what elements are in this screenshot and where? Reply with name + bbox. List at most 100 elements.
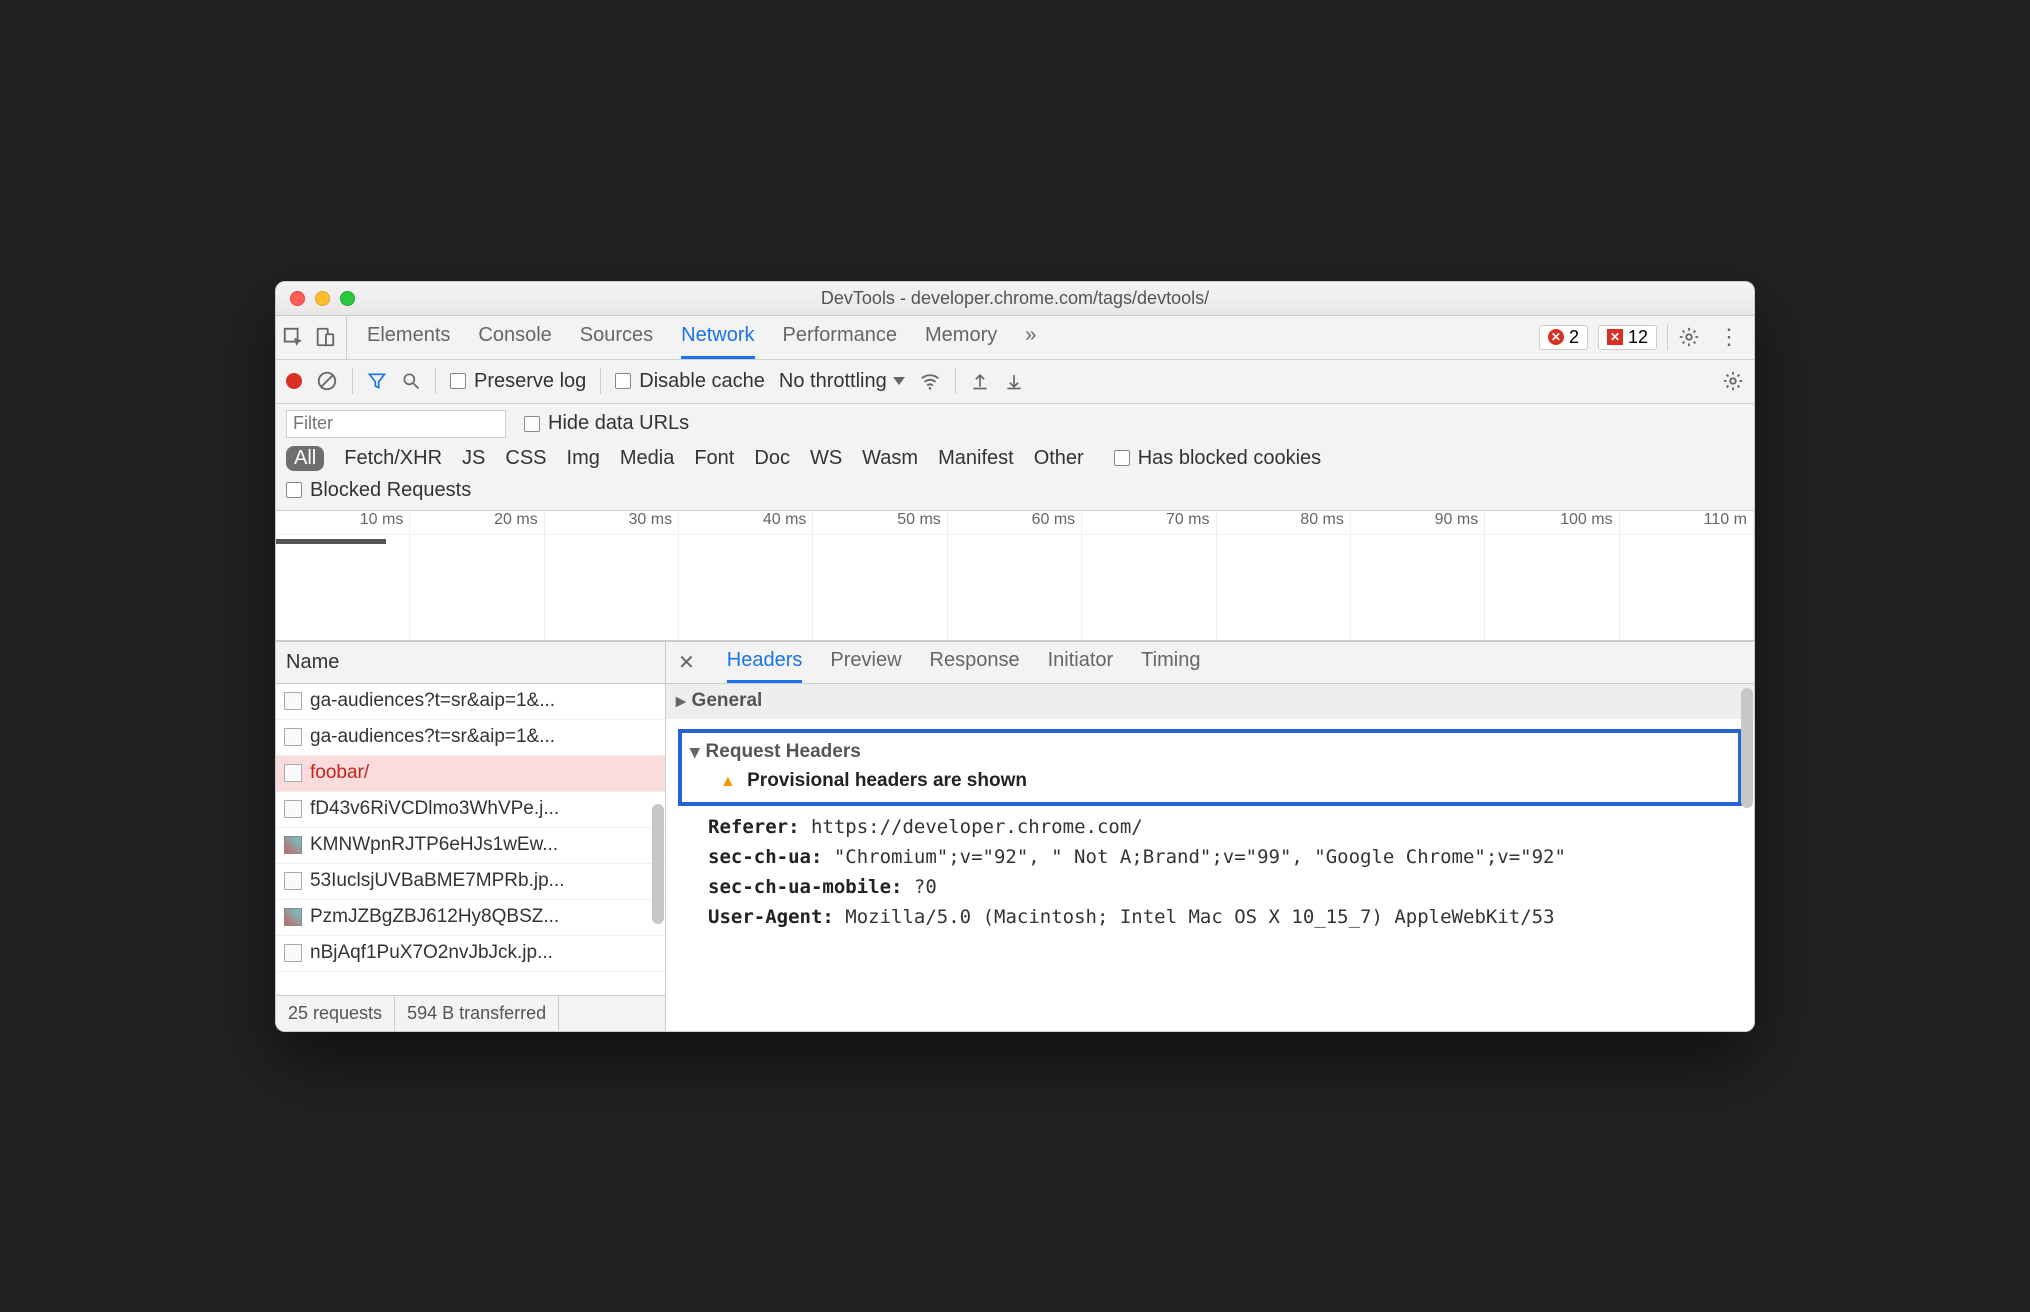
tab-performance[interactable]: Performance	[783, 316, 898, 359]
close-window-button[interactable]	[290, 291, 305, 306]
detail-body[interactable]: General Request Headers ▲ Provisional he…	[666, 684, 1754, 1031]
more-menu-icon[interactable]: ⋮	[1710, 324, 1748, 350]
checkbox-icon	[286, 482, 302, 498]
chevron-down-icon	[893, 377, 905, 385]
type-chip-css[interactable]: CSS	[505, 447, 546, 470]
image-thumb-icon	[284, 836, 302, 854]
type-chip-media[interactable]: Media	[620, 447, 674, 470]
detail-tab-initiator[interactable]: Initiator	[1048, 642, 1114, 683]
inspect-element-icon[interactable]	[282, 326, 304, 348]
header-row: User-Agent: Mozilla/5.0 (Macintosh; Inte…	[678, 902, 1742, 932]
inspect-controls	[282, 316, 347, 359]
request-list[interactable]: ga-audiences?t=sr&aip=1&... ga-audiences…	[276, 684, 665, 995]
detail-tab-headers[interactable]: Headers	[727, 642, 803, 683]
header-row: Referer: https://developer.chrome.com/	[678, 812, 1742, 842]
request-row[interactable]: KMNWpnRJTP6eHJs1wEw...	[276, 828, 665, 864]
header-row: sec-ch-ua-mobile: ?0	[678, 872, 1742, 902]
request-row[interactable]: ga-audiences?t=sr&aip=1&...	[276, 720, 665, 756]
request-detail-pane: ✕ Headers Preview Response Initiator Tim…	[666, 642, 1754, 1031]
minimize-window-button[interactable]	[315, 291, 330, 306]
tab-console[interactable]: Console	[478, 316, 551, 359]
checkbox-icon	[524, 416, 540, 432]
import-har-icon[interactable]	[970, 371, 990, 391]
type-chip-font[interactable]: Font	[694, 447, 734, 470]
type-chip-img[interactable]: Img	[567, 447, 600, 470]
has-blocked-cookies-checkbox[interactable]: Has blocked cookies	[1114, 447, 1321, 470]
issues-count: 12	[1628, 327, 1648, 348]
request-headers-section-header[interactable]: Request Headers	[690, 739, 1730, 766]
throttling-dropdown[interactable]: No throttling	[779, 370, 905, 393]
timeline-ticks: 10 ms 20 ms 30 ms 40 ms 50 ms 60 ms 70 m…	[276, 511, 1754, 535]
close-detail-icon[interactable]: ✕	[678, 650, 695, 675]
detail-tab-timing[interactable]: Timing	[1141, 642, 1200, 683]
detail-tabs: ✕ Headers Preview Response Initiator Tim…	[666, 642, 1754, 684]
issues-count-pill[interactable]: ✕ 12	[1598, 325, 1657, 350]
provisional-warning: ▲ Provisional headers are shown	[690, 766, 1730, 796]
devtools-window: DevTools - developer.chrome.com/tags/dev…	[275, 281, 1755, 1032]
filter-bar: Hide data URLs All Fetch/XHR JS CSS Img …	[276, 404, 1754, 511]
tab-memory[interactable]: Memory	[925, 316, 997, 359]
main-tabbar: Elements Console Sources Network Perform…	[276, 316, 1754, 360]
type-chip-wasm[interactable]: Wasm	[862, 447, 918, 470]
type-chip-doc[interactable]: Doc	[754, 447, 790, 470]
general-section-header[interactable]: General	[666, 684, 1754, 719]
type-chip-other[interactable]: Other	[1034, 447, 1084, 470]
type-chip-all[interactable]: All	[286, 446, 324, 471]
request-row[interactable]: ga-audiences?t=sr&aip=1&...	[276, 684, 665, 720]
tab-network[interactable]: Network	[681, 316, 754, 359]
file-icon	[284, 692, 302, 710]
tabbar-right: ✕ 2 ✕ 12 ⋮	[1539, 316, 1748, 359]
request-summary: 25 requests 594 B transferred	[276, 995, 665, 1031]
export-har-icon[interactable]	[1004, 371, 1024, 391]
request-row-selected[interactable]: foobar/	[276, 756, 665, 792]
request-list-pane: Name ga-audiences?t=sr&aip=1&... ga-audi…	[276, 642, 666, 1031]
request-row[interactable]: nBjAqf1PuX7O2nvJbJck.jp...	[276, 936, 665, 972]
zoom-window-button[interactable]	[340, 291, 355, 306]
request-row[interactable]: PzmJZBgZBJ612Hy8QBSZ...	[276, 900, 665, 936]
type-filters: All Fetch/XHR JS CSS Img Media Font Doc …	[286, 446, 1744, 471]
clear-icon[interactable]	[316, 370, 338, 392]
blocked-requests-checkbox[interactable]: Blocked Requests	[286, 479, 471, 502]
record-button[interactable]	[286, 373, 302, 389]
main-tabs: Elements Console Sources Network Perform…	[347, 316, 1539, 359]
error-count: 2	[1569, 327, 1579, 348]
checkbox-icon	[615, 373, 631, 389]
file-icon	[284, 728, 302, 746]
filter-icon[interactable]	[367, 371, 387, 391]
tab-sources[interactable]: Sources	[580, 316, 653, 359]
settings-icon[interactable]	[1678, 326, 1700, 348]
waterfall-overview[interactable]: 10 ms 20 ms 30 ms 40 ms 50 ms 60 ms 70 m…	[276, 511, 1754, 641]
type-chip-manifest[interactable]: Manifest	[938, 447, 1014, 470]
divider	[1667, 324, 1668, 350]
file-icon	[284, 800, 302, 818]
checkbox-icon	[450, 373, 466, 389]
request-row[interactable]: 53IuclsjUVBaBME7MPRb.jp...	[276, 864, 665, 900]
window-title: DevTools - developer.chrome.com/tags/dev…	[276, 288, 1754, 309]
warning-icon: ▲	[720, 773, 736, 790]
detail-tab-response[interactable]: Response	[930, 642, 1020, 683]
hide-data-urls-checkbox[interactable]: Hide data URLs	[524, 412, 689, 435]
scrollbar-thumb[interactable]	[1741, 688, 1753, 808]
type-chip-js[interactable]: JS	[462, 447, 485, 470]
type-chip-fetchxhr[interactable]: Fetch/XHR	[344, 447, 442, 470]
filter-input[interactable]	[286, 410, 506, 438]
tab-elements[interactable]: Elements	[367, 316, 450, 359]
summary-count: 25 requests	[276, 996, 395, 1031]
request-list-header[interactable]: Name	[276, 642, 665, 684]
network-conditions-icon[interactable]	[919, 370, 941, 392]
preserve-log-checkbox[interactable]: Preserve log	[450, 370, 586, 393]
file-icon	[284, 944, 302, 962]
disable-cache-checkbox[interactable]: Disable cache	[615, 370, 765, 393]
type-chip-ws[interactable]: WS	[810, 447, 842, 470]
traffic-lights	[290, 291, 355, 306]
image-thumb-icon	[284, 908, 302, 926]
error-icon: ✕	[1548, 329, 1564, 345]
detail-tab-preview[interactable]: Preview	[830, 642, 901, 683]
tabs-overflow[interactable]: »	[1025, 316, 1036, 359]
request-row[interactable]: fD43v6RiVCDlmo3WhVPe.j...	[276, 792, 665, 828]
network-settings-icon[interactable]	[1722, 370, 1744, 392]
search-icon[interactable]	[401, 371, 421, 391]
device-toolbar-icon[interactable]	[314, 326, 336, 348]
scrollbar-thumb[interactable]	[652, 804, 664, 924]
error-count-pill[interactable]: ✕ 2	[1539, 325, 1588, 350]
